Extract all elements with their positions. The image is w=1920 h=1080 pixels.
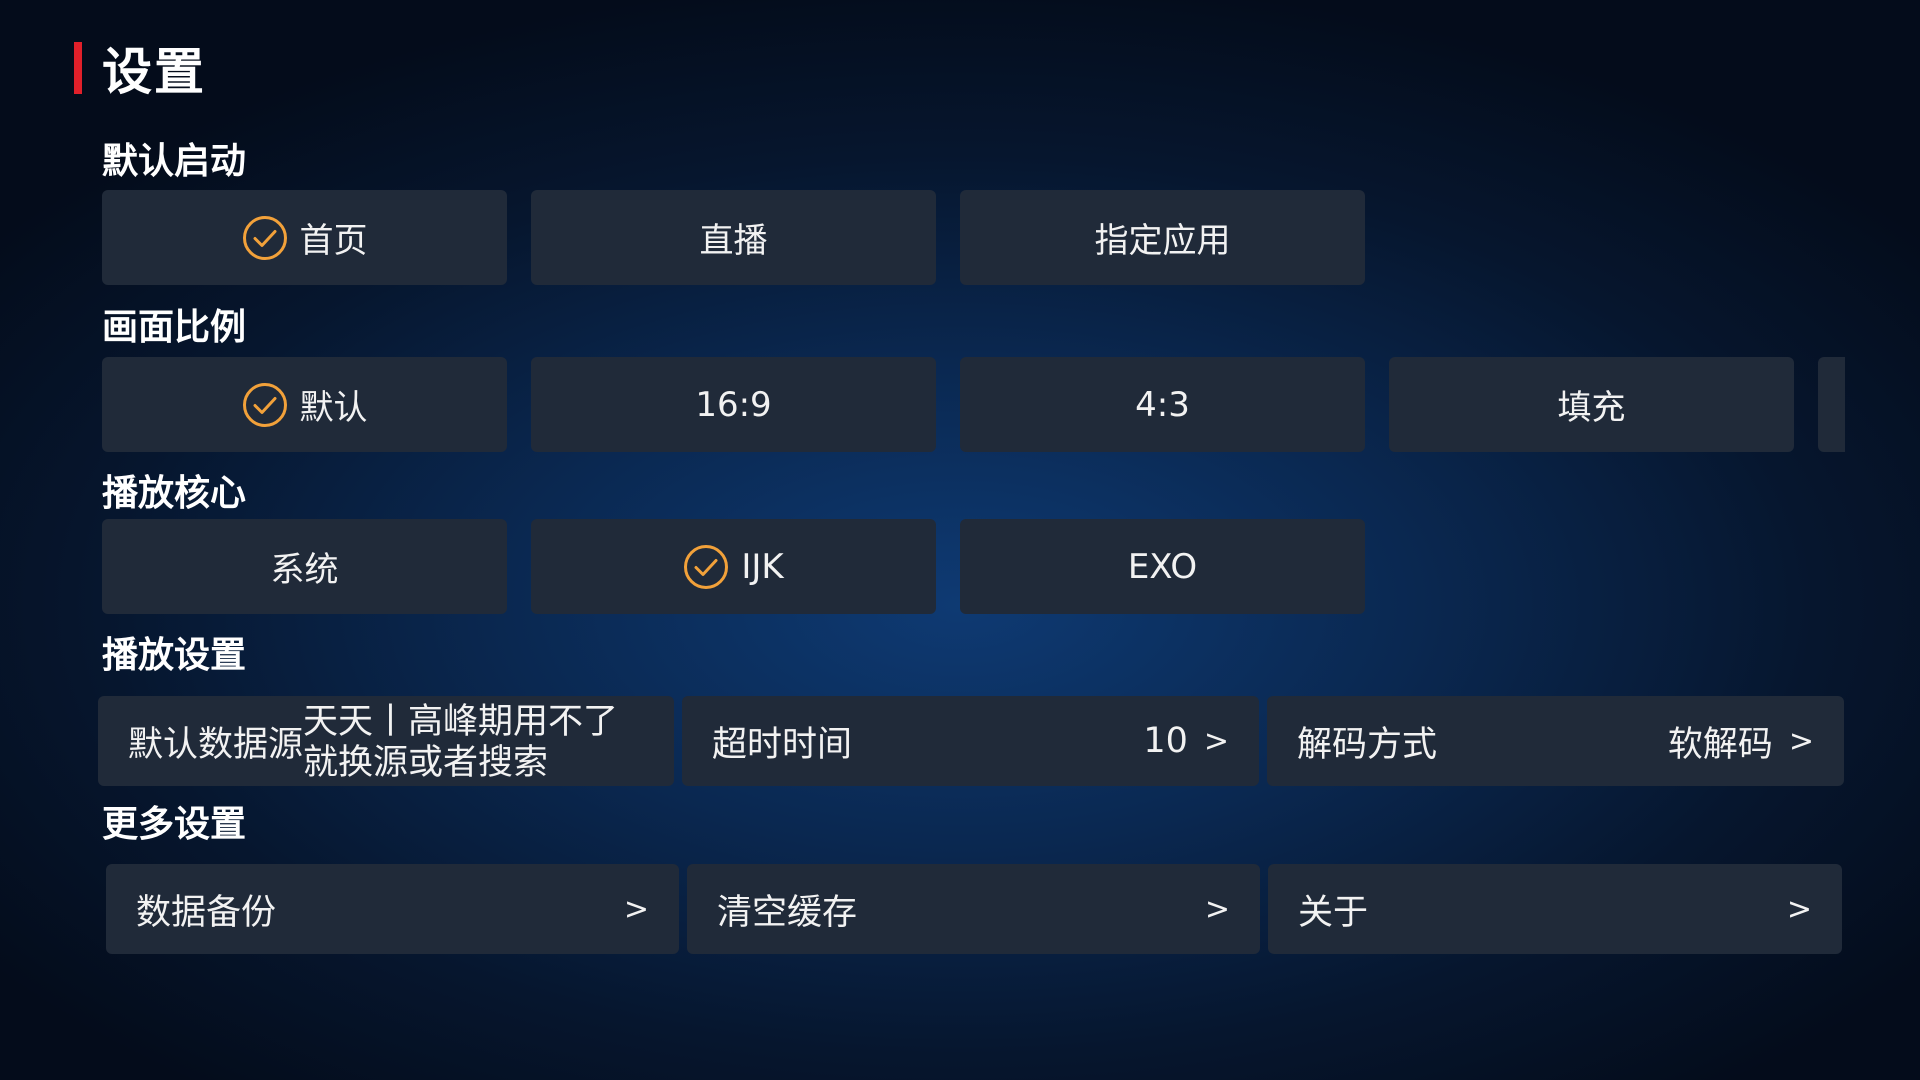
more-settings: 数据备份 > 清空缓存 > 关于 > (106, 864, 1842, 954)
decode-mode-item[interactable]: 解码方式 软解码 > (1267, 696, 1844, 786)
option-live[interactable]: 直播 (531, 190, 936, 285)
about-item[interactable]: 关于 > (1268, 864, 1842, 954)
option-ratio-default[interactable]: 默认 (102, 357, 507, 452)
check-circle-icon (242, 382, 288, 428)
option-label: 系统 (270, 550, 339, 590)
option-label: EXO (1127, 546, 1198, 587)
data-backup-item[interactable]: 数据备份 > (106, 864, 679, 954)
chevron-right-icon: > (1786, 891, 1812, 927)
default-source-value: 天天丨高峰期用不了就换源或者搜索 (303, 702, 619, 783)
title-accent-bar (74, 42, 82, 94)
section-label-default-launch: 默认启动 (102, 141, 247, 182)
timeout-item[interactable]: 超时时间 10 > (682, 696, 1259, 786)
setting-label: 默认数据源 (128, 724, 304, 765)
chevron-right-icon: > (1203, 723, 1229, 759)
timeout-value: 10 (1143, 721, 1188, 761)
option-label: 直播 (699, 221, 768, 261)
default-launch-options: 首页 直播 指定应用 (102, 190, 1365, 285)
default-source-item[interactable]: 默认数据源 天天丨高峰期用不了就换源或者搜索 (98, 696, 674, 786)
setting-label: 数据备份 (136, 892, 277, 933)
page-title: 设置 (102, 43, 206, 101)
section-label-player-core: 播放核心 (102, 473, 247, 514)
setting-label: 关于 (1298, 892, 1369, 933)
page-header: 设置 (74, 40, 206, 101)
option-label: 16:9 (695, 384, 772, 425)
option-label: 默认 (299, 388, 368, 428)
setting-label: 解码方式 (1297, 724, 1438, 765)
section-label-playback: 播放设置 (102, 635, 247, 676)
option-core-exo[interactable]: EXO (960, 519, 1365, 614)
check-circle-icon (242, 215, 288, 261)
chevron-right-icon: > (1204, 891, 1230, 927)
option-label: 指定应用 (1094, 221, 1231, 261)
option-label: IJK (741, 546, 784, 587)
option-label: 4:3 (1135, 384, 1190, 425)
option-core-ijk[interactable]: IJK (531, 519, 936, 614)
section-label-more: 更多设置 (102, 804, 247, 845)
option-ratio-4-3[interactable]: 4:3 (960, 357, 1365, 452)
option-label: 填充 (1557, 388, 1626, 428)
clear-cache-item[interactable]: 清空缓存 > (687, 864, 1260, 954)
option-label: 首页 (299, 221, 368, 261)
decode-mode-value: 软解码 (1667, 724, 1773, 765)
option-ratio-overflow[interactable] (1818, 357, 1845, 452)
option-specified-app[interactable]: 指定应用 (960, 190, 1365, 285)
option-home[interactable]: 首页 (102, 190, 507, 285)
player-core-options: 系统 IJK EXO (102, 519, 1365, 614)
aspect-ratio-options: 默认 16:9 4:3 填充 (102, 357, 1845, 452)
option-ratio-16-9[interactable]: 16:9 (531, 357, 936, 452)
playback-settings: 默认数据源 天天丨高峰期用不了就换源或者搜索 超时时间 10 > 解码方式 软解… (98, 696, 1844, 786)
check-circle-icon (683, 544, 729, 590)
setting-label: 超时时间 (712, 724, 853, 765)
chevron-right-icon: > (1788, 723, 1814, 759)
section-label-aspect-ratio: 画面比例 (102, 307, 247, 348)
setting-label: 清空缓存 (717, 892, 858, 933)
chevron-right-icon: > (623, 891, 649, 927)
option-core-system[interactable]: 系统 (102, 519, 507, 614)
option-ratio-fill[interactable]: 填充 (1389, 357, 1794, 452)
